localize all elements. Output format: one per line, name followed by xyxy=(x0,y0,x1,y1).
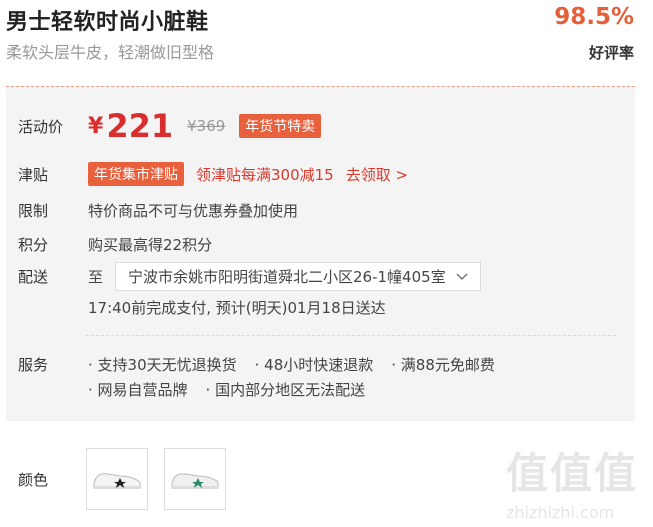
service-item: · 国内部分地区无法配送 xyxy=(205,381,366,399)
price-currency: ¥ xyxy=(88,113,104,139)
delivery-eta-row: 17:40前完成支付, 预计(明天)01月18日送达 xyxy=(88,297,386,318)
claim-link[interactable]: 去领取 > xyxy=(346,164,408,185)
product-subtitle: 柔软头层牛皮，轻潮做旧型格 xyxy=(6,43,215,62)
points-row: 积分 购买最高得22积分 xyxy=(18,234,212,255)
service-row-1: 服务 · 支持30天无忧退换货 · 48小时快速退款 · 满88元免邮费 xyxy=(18,354,513,375)
divider xyxy=(86,335,616,336)
service-item: · 48小时快速退款 xyxy=(254,356,374,374)
watermark: 值值值 zhizhizhi.com xyxy=(506,440,646,522)
product-title: 男士轻软时尚小脏鞋 xyxy=(6,10,209,35)
subsidy-tag: 年货集市津贴 xyxy=(88,162,184,186)
service-row-2: · 网易自营品牌 · 国内部分地区无法配送 xyxy=(88,379,383,400)
service-item: · 网易自营品牌 xyxy=(88,381,188,399)
watermark-title: 值值值 xyxy=(506,449,639,498)
color-option-white-green-star[interactable] xyxy=(164,448,226,510)
delivery-to: 至 xyxy=(88,268,104,286)
promo-tag: 年货节特卖 xyxy=(239,114,322,138)
limit-label: 限制 xyxy=(18,202,49,220)
purchase-info-panel: 活动价 ¥ 221 ¥369 年货节特卖 津贴 年货集市津贴 领津贴每满300减… xyxy=(6,86,635,421)
delivery-label: 配送 xyxy=(18,268,49,286)
chevron-down-icon xyxy=(456,270,468,284)
price-row: 活动价 ¥ 221 ¥369 年货节特卖 xyxy=(18,107,322,145)
price-label: 活动价 xyxy=(18,117,64,136)
rating-value: 98.5% xyxy=(554,4,634,30)
delivery-eta: 17:40前完成支付, 预计(明天)01月18日送达 xyxy=(88,299,386,317)
subsidy-row: 津贴 年货集市津贴 领津贴每满300减15 去领取 > xyxy=(18,162,408,186)
subsidy-label: 津贴 xyxy=(18,165,49,184)
points-label: 积分 xyxy=(18,236,49,254)
color-label: 颜色 xyxy=(18,471,49,489)
color-option-white-black-star[interactable] xyxy=(86,448,148,510)
subsidy-link[interactable]: 领津贴每满300减15 xyxy=(196,164,334,185)
shoe-thumbnail-icon xyxy=(93,473,141,489)
price-current: 221 xyxy=(106,107,174,145)
service-item: · 满88元免邮费 xyxy=(391,356,495,374)
points-text: 购买最高得22积分 xyxy=(88,236,213,254)
rating-label: 好评率 xyxy=(588,44,634,62)
limit-text: 特价商品不可与优惠券叠加使用 xyxy=(88,202,299,220)
address-selector[interactable]: 宁波市余姚市阳明街道舜北二小区26-1幢405室 xyxy=(115,262,481,291)
service-label: 服务 xyxy=(18,356,49,374)
limit-row: 限制 特价商品不可与优惠券叠加使用 xyxy=(18,200,298,221)
watermark-url: zhizhizhi.com xyxy=(506,503,615,522)
shoe-thumbnail-icon xyxy=(171,473,219,489)
service-item: · 支持30天无忧退换货 xyxy=(88,356,237,374)
address-text: 宁波市余姚市阳明街道舜北二小区26-1幢405室 xyxy=(128,268,446,286)
price-original: ¥369 xyxy=(187,117,226,135)
delivery-row: 配送 至 宁波市余姚市阳明街道舜北二小区26-1幢405室 xyxy=(18,262,481,291)
